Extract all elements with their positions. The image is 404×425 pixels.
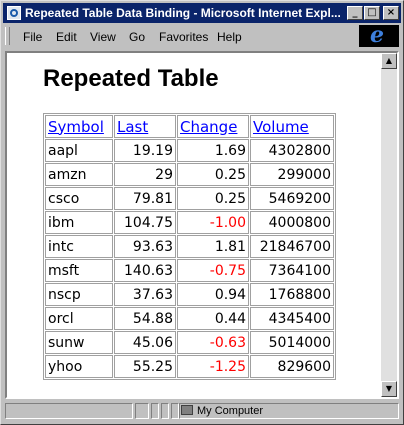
- cell-last: 45.06: [114, 331, 176, 354]
- cell-last: 37.63: [114, 283, 176, 306]
- header-symbol: Symbol: [45, 115, 113, 138]
- cell-change: -1.00: [177, 211, 249, 234]
- status-pane: [171, 403, 179, 419]
- cell-last: 93.63: [114, 235, 176, 258]
- cell-symbol: orcl: [45, 307, 113, 330]
- menu-favorites[interactable]: Favorites: [159, 30, 208, 44]
- cell-change: -1.25: [177, 355, 249, 378]
- header-last-link[interactable]: Last: [117, 118, 148, 136]
- table-header-row: Symbol Last Change Volume: [45, 115, 334, 138]
- status-pane: [151, 403, 159, 419]
- cell-volume: 21846700: [250, 235, 334, 258]
- header-last: Last: [114, 115, 176, 138]
- cell-last: 54.88: [114, 307, 176, 330]
- vertical-scrollbar[interactable]: ▲ ▼: [381, 53, 397, 397]
- cell-change: -0.63: [177, 331, 249, 354]
- table-row: orcl 54.88 0.44 4345400: [45, 307, 334, 330]
- status-message-pane: [5, 403, 133, 419]
- header-change: Change: [177, 115, 249, 138]
- close-button[interactable]: ×: [383, 6, 399, 20]
- ie-logo-icon: e: [370, 22, 384, 48]
- header-volume: Volume: [250, 115, 334, 138]
- menu-bar: File Edit View Go Favorites Help: [3, 25, 401, 47]
- cell-symbol: amzn: [45, 163, 113, 186]
- table-row: ibm 104.75 -1.00 4000800: [45, 211, 334, 234]
- table-row: nscp 37.63 0.94 1768800: [45, 283, 334, 306]
- table-row: intc 93.63 1.81 21846700: [45, 235, 334, 258]
- cell-symbol: nscp: [45, 283, 113, 306]
- cell-change: 1.69: [177, 139, 249, 162]
- browser-window: Repeated Table Data Binding - Microsoft …: [0, 0, 404, 425]
- cell-volume: 1768800: [250, 283, 334, 306]
- cell-symbol: aapl: [45, 139, 113, 162]
- cell-last: 140.63: [114, 259, 176, 282]
- table-row: csco 79.81 0.25 5469200: [45, 187, 334, 210]
- menu-view[interactable]: View: [90, 30, 116, 44]
- cell-last: 79.81: [114, 187, 176, 210]
- page-content: Repeated Table Symbol Last Change Volume…: [5, 51, 399, 399]
- cell-last: 55.25: [114, 355, 176, 378]
- menu-go[interactable]: Go: [129, 30, 145, 44]
- menu-help[interactable]: Help: [217, 30, 242, 44]
- toolbar-grip[interactable]: [5, 27, 10, 45]
- table-row: aapl 19.19 1.69 4302800: [45, 139, 334, 162]
- table-row: sunw 45.06 -0.63 5014000: [45, 331, 334, 354]
- cell-change: 0.44: [177, 307, 249, 330]
- table-row: msft 140.63 -0.75 7364100: [45, 259, 334, 282]
- cell-symbol: yhoo: [45, 355, 113, 378]
- cell-change: 0.25: [177, 163, 249, 186]
- window-title: Repeated Table Data Binding - Microsoft …: [25, 6, 341, 20]
- status-bar: My Computer: [3, 401, 401, 421]
- cell-symbol: sunw: [45, 331, 113, 354]
- cell-volume: 7364100: [250, 259, 334, 282]
- cell-symbol: intc: [45, 235, 113, 258]
- cell-symbol: csco: [45, 187, 113, 210]
- page-title: Repeated Table: [43, 65, 219, 92]
- scroll-up-button[interactable]: ▲: [381, 53, 397, 69]
- cell-last: 19.19: [114, 139, 176, 162]
- ie-page-icon[interactable]: [7, 6, 21, 20]
- cell-volume: 4345400: [250, 307, 334, 330]
- minimize-button[interactable]: _: [347, 6, 363, 20]
- cell-change: 0.25: [177, 187, 249, 210]
- table-row: amzn 29 0.25 299000: [45, 163, 334, 186]
- cell-change: 1.81: [177, 235, 249, 258]
- zone-label: My Computer: [197, 405, 264, 417]
- cell-change: 0.94: [177, 283, 249, 306]
- cell-volume: 829600: [250, 355, 334, 378]
- header-change-link[interactable]: Change: [180, 118, 237, 136]
- cell-symbol: ibm: [45, 211, 113, 234]
- title-bar[interactable]: Repeated Table Data Binding - Microsoft …: [3, 3, 401, 23]
- security-zone: My Computer: [181, 405, 263, 417]
- maximize-button[interactable]: □: [364, 6, 380, 20]
- menu-file[interactable]: File: [23, 30, 42, 44]
- cell-volume: 4302800: [250, 139, 334, 162]
- cell-volume: 299000: [250, 163, 334, 186]
- status-pane: [135, 403, 149, 419]
- stock-table: Symbol Last Change Volume aapl 19.19 1.69 4…: [43, 113, 336, 380]
- table-row: yhoo 55.25 -1.25 829600: [45, 355, 334, 378]
- menu-edit[interactable]: Edit: [56, 30, 77, 44]
- cell-change: -0.75: [177, 259, 249, 282]
- cell-last: 104.75: [114, 211, 176, 234]
- header-symbol-link[interactable]: Symbol: [48, 118, 104, 136]
- header-volume-link[interactable]: Volume: [253, 118, 309, 136]
- cell-volume: 5014000: [250, 331, 334, 354]
- cell-volume: 5469200: [250, 187, 334, 210]
- ie-logo: e: [359, 22, 399, 48]
- cell-volume: 4000800: [250, 211, 334, 234]
- status-pane: [161, 403, 169, 419]
- my-computer-icon: [181, 405, 193, 415]
- cell-last: 29: [114, 163, 176, 186]
- cell-symbol: msft: [45, 259, 113, 282]
- scroll-down-button[interactable]: ▼: [381, 381, 397, 397]
